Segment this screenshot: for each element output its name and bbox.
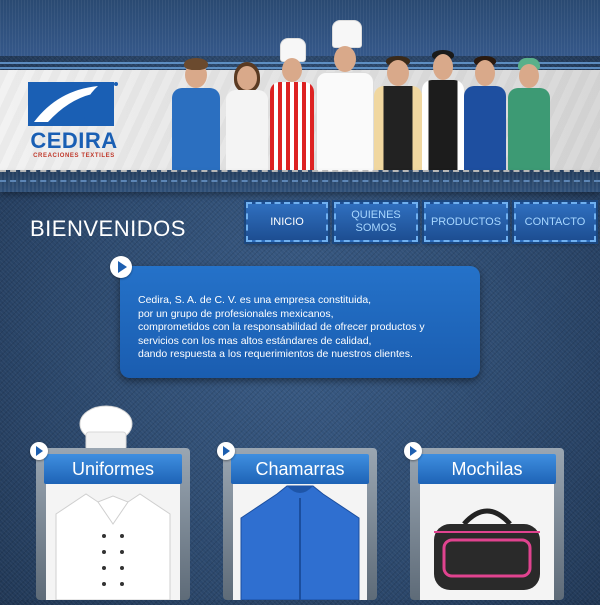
nav-label: QUIENES SOMOS [351, 209, 401, 234]
uniformed-staff-illustration [170, 10, 600, 172]
blue-jacket-icon [240, 485, 360, 601]
logo-mark-icon [28, 82, 118, 126]
denim-seam [0, 172, 600, 192]
card-label: Chamarras [231, 454, 369, 484]
cedira-logo[interactable]: CEDIRA CREACIONES TEXTILES [24, 82, 124, 162]
product-card-mochilas[interactable]: Mochilas [404, 442, 564, 600]
intro-line: dando respuesta a los requerimientos de … [138, 348, 413, 360]
blue-jacket-image [233, 484, 367, 601]
page-title: BIENVENIDOS [30, 216, 186, 241]
chef-hat-icon [79, 405, 133, 451]
intro-line: comprometidos con la responsabilidad de … [138, 321, 425, 333]
nav-contacto-button[interactable]: CONTACTO [512, 200, 598, 244]
intro-line: servicios con los mas altos estándares d… [138, 334, 372, 347]
chef-jacket-image [46, 484, 180, 601]
product-card-uniformes[interactable]: Uniformes [30, 442, 190, 601]
nav-label: INICIO [270, 215, 304, 228]
intro-line: Cedira, S. A. de C. V. es una empresa co… [138, 294, 372, 306]
nav-inicio-button[interactable]: INICIO [244, 200, 330, 244]
nav-label: CONTACTO [524, 215, 586, 228]
product-card-chamarras[interactable]: Chamarras [217, 442, 377, 601]
nav-quienes-somos-button[interactable]: QUIENES SOMOS [332, 200, 420, 244]
duffel-bag-image [420, 484, 554, 600]
intro-line: por un grupo de profesionales mexicanos, [138, 307, 334, 320]
duffel-bag-icon [434, 508, 540, 590]
nav-label: PRODUCTOS [430, 215, 502, 228]
play-icon[interactable] [404, 442, 422, 460]
intro-text: Cedira, S. A. de C. V. es una empresa co… [138, 294, 478, 362]
play-icon[interactable] [110, 256, 132, 278]
card-label: Mochilas [418, 454, 556, 484]
play-icon[interactable] [217, 442, 235, 460]
logo-wordmark: CEDIRA [30, 128, 118, 153]
chef-jacket-icon [55, 493, 171, 601]
nav-productos-button[interactable]: PRODUCTOS [422, 200, 510, 244]
card-label: Uniformes [44, 454, 182, 484]
intro-box: Cedira, S. A. de C. V. es una empresa co… [110, 256, 480, 378]
logo-tagline: CREACIONES TEXTILES [33, 153, 115, 159]
play-icon[interactable] [30, 442, 48, 460]
